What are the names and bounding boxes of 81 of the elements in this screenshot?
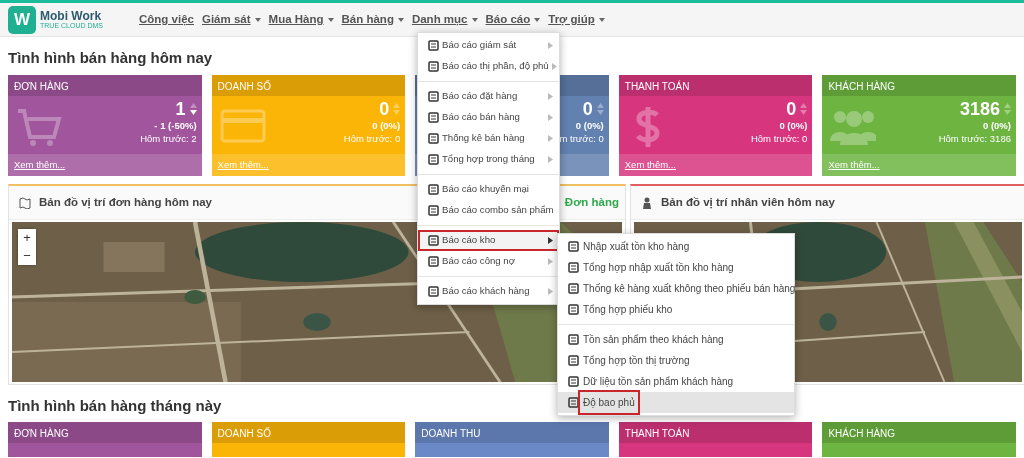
nav-menu-item[interactable]: Mua Hàng (268, 10, 334, 29)
nav-menu-item[interactable]: Trợ giúp (548, 10, 605, 29)
map-icon (19, 196, 31, 209)
stat-change: 0 (0%) (779, 119, 808, 132)
menu-item[interactable]: Báo cáo combo sản phẩm (418, 200, 559, 221)
menu-item[interactable]: Báo cáo kho (418, 230, 559, 251)
previous-value: Hôm trước: 0 (343, 132, 401, 145)
zoom-out-button[interactable]: − (18, 247, 36, 265)
menu-item[interactable]: Tổng hợp nhập xuất tồn kho hàng (558, 257, 794, 278)
report-icon (428, 256, 439, 267)
section-title: Tình hình bán hàng tháng này (8, 397, 222, 415)
zoom-in-button[interactable]: + (18, 229, 36, 247)
more-link[interactable]: Xem thêm... (624, 159, 676, 170)
section-title: Tình hình bán hàng hôm nay (8, 49, 213, 67)
report-icon (568, 304, 579, 315)
report-icon (428, 40, 439, 51)
stat-value: 0 (786, 99, 797, 119)
menu-item[interactable]: Báo cáo giám sát (418, 35, 559, 56)
menu-item[interactable]: Tổng hợp phiếu kho (558, 299, 794, 320)
brand-name: Mobi Work (40, 10, 103, 22)
menu-item[interactable]: Thống kê bán hàng (418, 128, 559, 149)
card-title: THANH TOÁN (624, 428, 690, 439)
report-icon (428, 154, 439, 165)
stat-change: - 1 (-50%) (154, 119, 197, 132)
nav-menu-item[interactable]: Báo cáo (485, 10, 541, 29)
report-icon (568, 397, 579, 408)
panel-title: Bản đồ vị trí đơn hàng hôm nay (39, 194, 213, 211)
report-icon (428, 205, 439, 216)
report-icon (568, 241, 579, 252)
menu-item[interactable]: Độ bao phủ (558, 392, 794, 413)
menu-item[interactable]: Báo cáo đặt hàng (418, 86, 559, 107)
report-icon (568, 355, 579, 366)
menu-item[interactable]: Báo cáo thị phần, độ phủ (418, 56, 559, 77)
previous-value: Hôm trước: 0 (750, 132, 808, 145)
logo-icon: W (8, 5, 36, 34)
stat-value: 3186 (959, 99, 1000, 119)
report-icon (568, 262, 579, 273)
report-icon (568, 376, 579, 387)
stat-value: 1 (175, 99, 186, 119)
nav-menu-item[interactable]: Bán hàng (341, 10, 404, 29)
card-title: KHÁCH HÀNG (828, 428, 896, 439)
card-title: DOANH SỐ (217, 428, 271, 439)
report-icon (428, 112, 439, 123)
stat-value: 0 (379, 99, 390, 119)
menu-item[interactable]: Thống kê hàng xuất không theo phiếu bán hàng (558, 278, 794, 299)
stat-value: 0 (582, 99, 593, 119)
report-icon (428, 235, 439, 246)
menu-item[interactable]: Dữ liệu tồn sản phẩm khách hàng (558, 371, 794, 392)
report-icon (428, 133, 439, 144)
nav-menu-item[interactable]: Danh mục (411, 10, 478, 29)
user-icon (641, 196, 653, 209)
report-icon (428, 91, 439, 102)
stat-change: 0 (0%) (372, 119, 401, 132)
nav-menu-item[interactable]: Công việc (139, 10, 194, 29)
report-icon (568, 334, 579, 345)
previous-value: m trước: 0 (559, 132, 604, 145)
menu-item[interactable]: Tổng hợp trong tháng (418, 149, 559, 170)
card-title: KHÁCH HÀNG (828, 81, 896, 92)
menu-item[interactable]: Báo cáo khuyến mại (418, 179, 559, 200)
card-title: DOANH SỐ (217, 81, 271, 92)
menu-item[interactable]: Báo cáo công nợ (418, 251, 559, 272)
previous-value: Hôm trước: 2 (140, 132, 197, 145)
more-link[interactable]: Xem thêm... (14, 159, 66, 170)
card-title: ĐƠN HÀNG (14, 428, 69, 439)
menu-item[interactable]: Báo cáo khách hàng (418, 281, 559, 302)
report-icon (428, 184, 439, 195)
stat-change: 0 (0%) (983, 119, 1011, 132)
card-title: THANH TOÁN (624, 81, 690, 92)
menu-item[interactable]: Nhập xuất tồn kho hàng (558, 236, 794, 257)
menu-item[interactable]: Báo cáo bán hàng (418, 107, 559, 128)
panel-title: Bản đồ vị trí nhân viên hôm nay (661, 194, 835, 211)
stat-change: 0 (0%) (575, 119, 604, 132)
report-icon (428, 61, 439, 72)
menu-item[interactable]: Tồn sản phẩm theo khách hàng (558, 329, 794, 350)
nav-menu-item[interactable]: Giám sát (202, 10, 261, 29)
report-icon (568, 283, 579, 294)
previous-value: Hôm trước: 3186 (938, 132, 1011, 145)
report-icon (428, 286, 439, 297)
card-title: ĐƠN HÀNG (14, 81, 69, 92)
card-title: DOANH THU (421, 428, 481, 439)
menu-item[interactable]: Tổng hợp tồn thị trường (558, 350, 794, 371)
